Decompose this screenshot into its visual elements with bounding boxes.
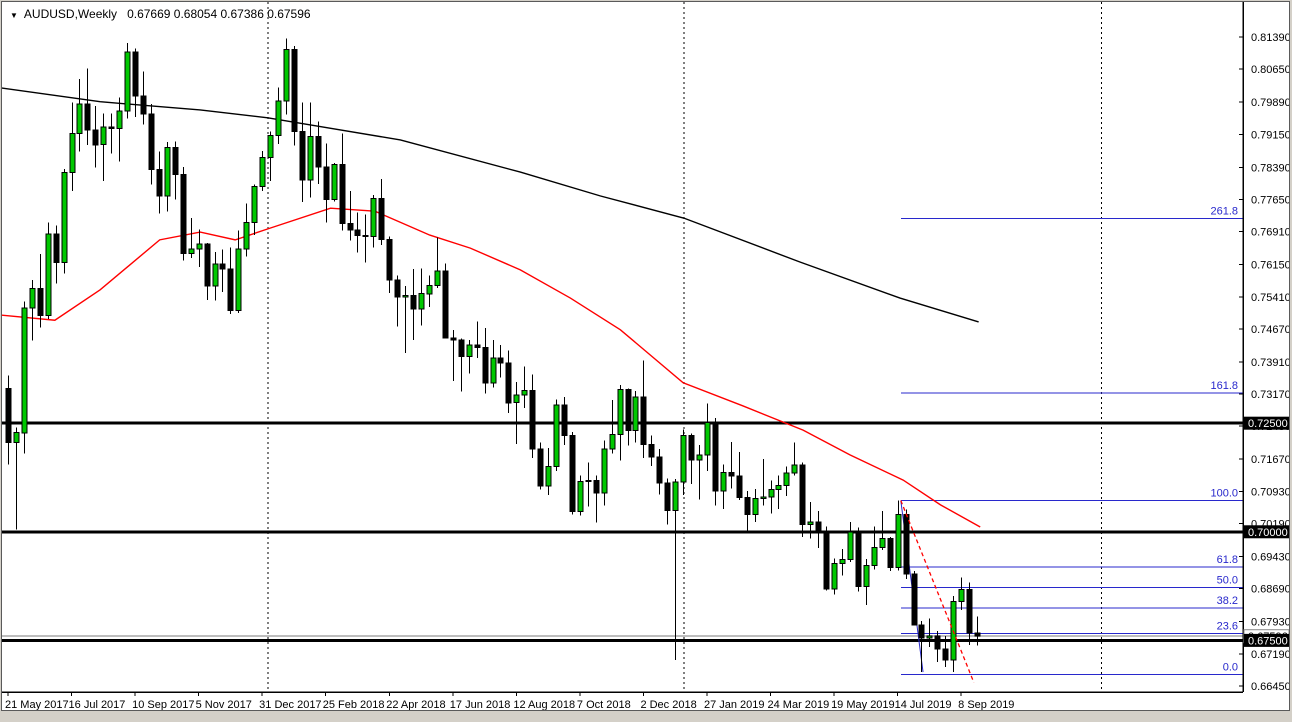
chart-title: ▼ AUDUSD,Weekly 0.67669 0.68054 0.67386 …	[10, 7, 311, 21]
svg-text:14 Jul 2019: 14 Jul 2019	[895, 699, 952, 710]
svg-text:16 Jul 2017: 16 Jul 2017	[69, 699, 126, 710]
x-axis-labels: 21 May 201716 Jul 2017 10 Sep 20175 Nov 2…	[5, 692, 1014, 710]
svg-text:0.68690: 0.68690	[1251, 584, 1289, 596]
svg-text:100.0: 100.0	[1210, 488, 1238, 500]
svg-text:0.74670: 0.74670	[1251, 324, 1289, 336]
svg-text:261.8: 261.8	[1210, 206, 1238, 218]
svg-text:0.67930: 0.67930	[1251, 617, 1289, 629]
svg-text:31 Dec 2017: 31 Dec 2017	[259, 699, 321, 710]
slow-ma	[2, 88, 979, 322]
svg-text:0.67190: 0.67190	[1251, 649, 1289, 661]
svg-text:0.71670: 0.71670	[1251, 454, 1289, 466]
svg-text:0.66450: 0.66450	[1251, 681, 1289, 693]
svg-text:0.80650: 0.80650	[1251, 64, 1289, 76]
svg-text:0.69430: 0.69430	[1251, 552, 1289, 564]
svg-text:0.79150: 0.79150	[1251, 129, 1289, 141]
svg-text:0.0: 0.0	[1223, 662, 1238, 674]
svg-text:50.0: 50.0	[1217, 575, 1238, 587]
svg-text:12 Aug 2018: 12 Aug 2018	[513, 699, 575, 710]
svg-text:0.76150: 0.76150	[1251, 260, 1289, 272]
svg-text:0.81390: 0.81390	[1251, 32, 1289, 44]
svg-text:0.77650: 0.77650	[1251, 194, 1289, 206]
svg-text:17 Jun 2018: 17 Jun 2018	[450, 699, 511, 710]
svg-text:38.2: 38.2	[1217, 595, 1238, 607]
svg-text:0.75410: 0.75410	[1251, 292, 1289, 304]
candles	[6, 38, 980, 672]
svg-text:0.73170: 0.73170	[1251, 389, 1289, 401]
axis-frame	[2, 2, 1243, 692]
svg-text:0.70000: 0.70000	[1248, 527, 1288, 539]
svg-text:0.79890: 0.79890	[1251, 97, 1289, 109]
svg-text:0.70930: 0.70930	[1251, 486, 1289, 498]
svg-text:5 Nov 2017: 5 Nov 2017	[196, 699, 252, 710]
svg-text:0.67500: 0.67500	[1248, 635, 1288, 647]
svg-text:0.73910: 0.73910	[1251, 357, 1289, 369]
svg-text:27 Jan 2019: 27 Jan 2019	[704, 699, 765, 710]
y-axis-labels: 0.81390 0.80650 0.79890 0.79150 0.78390 0.776…	[1239, 32, 1289, 693]
svg-text:0.72500: 0.72500	[1248, 418, 1288, 430]
svg-text:24 Mar 2019: 24 Mar 2019	[768, 699, 830, 710]
svg-text:0.78390: 0.78390	[1251, 162, 1289, 174]
svg-text:8 Sep 2019: 8 Sep 2019	[958, 699, 1014, 710]
svg-text:25 Feb 2018: 25 Feb 2018	[323, 699, 385, 710]
level-price-boxes: 0.72500 0.70000 0.67500	[1244, 417, 1289, 648]
mt4-chart-screenshot: { "header": { "marker": "▼", "title": "A…	[0, 0, 1292, 722]
svg-text:21 May 2017: 21 May 2017	[5, 699, 69, 710]
collapse-triangle-icon[interactable]: ▼	[10, 11, 18, 20]
svg-text:161.8: 161.8	[1210, 380, 1238, 392]
ohlc-values: 0.67669 0.68054 0.67386 0.67596	[127, 7, 311, 21]
svg-text:19 May 2019: 19 May 2019	[831, 699, 895, 710]
svg-text:7 Oct 2018: 7 Oct 2018	[577, 699, 631, 710]
svg-text:2 Dec 2018: 2 Dec 2018	[640, 699, 696, 710]
svg-text:22 Apr 2018: 22 Apr 2018	[386, 699, 445, 710]
symbol-timeframe-label: AUDUSD,Weekly	[24, 7, 117, 21]
chart-window: 0.023.638.250.061.8100.0161.8261.80.8139…	[1, 1, 1290, 711]
svg-text:61.8: 61.8	[1217, 554, 1238, 566]
period-separators	[268, 2, 1101, 692]
price-chart-canvas[interactable]: 0.023.638.250.061.8100.0161.8261.80.8139…	[2, 2, 1289, 710]
svg-text:0.76910: 0.76910	[1251, 227, 1289, 239]
svg-text:10 Sep 2017: 10 Sep 2017	[132, 699, 194, 710]
svg-text:23.6: 23.6	[1217, 621, 1238, 633]
